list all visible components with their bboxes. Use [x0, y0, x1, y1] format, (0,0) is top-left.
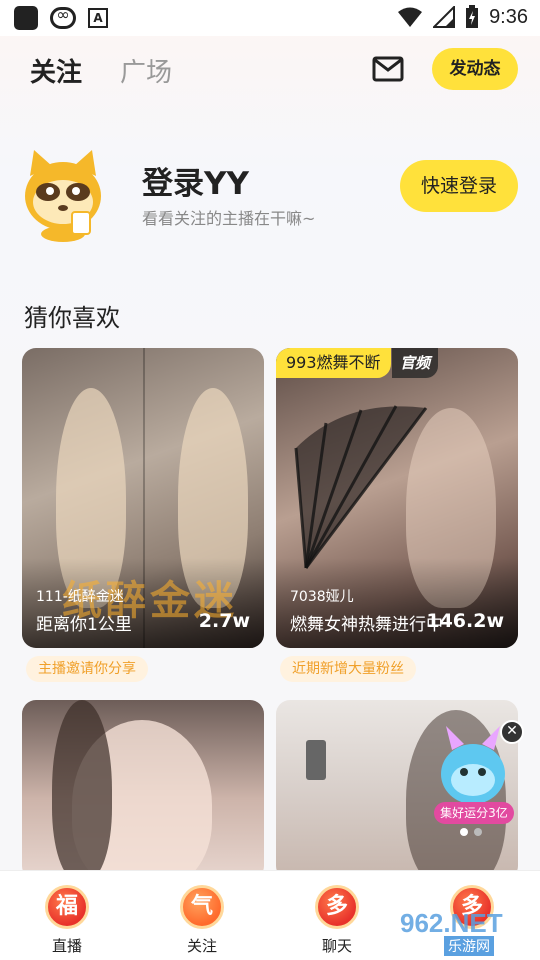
wall-outlet-image — [306, 740, 326, 780]
pager-dot-active — [460, 828, 468, 836]
tab-follow[interactable]: 关注 — [30, 52, 82, 89]
tab-square[interactable]: 广场 — [120, 52, 172, 89]
status-bar: A 9:36 — [0, 0, 540, 36]
stream-id: 7038娅儿 — [290, 589, 354, 605]
watermark: 962.NET — [400, 908, 503, 938]
watermark-sub: 乐游网 — [444, 936, 494, 956]
stream-card[interactable] — [22, 700, 264, 880]
nav-label: 直播 — [51, 937, 82, 955]
close-icon[interactable]: ✕ — [500, 720, 524, 744]
signal-icon — [433, 6, 456, 28]
fortune-badge-icon: 多 — [315, 885, 359, 929]
yy-mascot-icon[interactable] — [20, 146, 106, 242]
stream-description: 距离你1公里 — [36, 615, 132, 635]
a-notification-icon: A — [88, 8, 108, 28]
nav-label: 聊天 — [321, 937, 352, 955]
login-title[interactable]: 登录YY — [142, 158, 249, 203]
quick-login-button[interactable]: 快速登录 — [400, 160, 518, 212]
fortune-badge-icon: 气 — [180, 885, 224, 929]
infinity-notification-icon — [50, 5, 76, 29]
viewer-count: 146.2w — [426, 610, 504, 632]
card-tag: 主播邀请你分享 — [26, 656, 148, 682]
login-subtitle: 看看关注的主播在干嘛~ — [142, 209, 316, 228]
nav-item-chat[interactable]: 多 聊天 — [297, 885, 377, 956]
nav-item-live[interactable]: 福 直播 — [27, 885, 107, 956]
nav-label: 关注 — [186, 937, 217, 955]
stream-card[interactable]: 纸醉金迷 111-纸醉金迷 距离你1公里 2.7w — [22, 348, 264, 648]
room-badge: 993燃舞不断 — [276, 348, 391, 378]
hair-shape — [52, 700, 112, 880]
fortune-badge-icon: 福 — [45, 885, 89, 929]
float-label[interactable]: 集好运分3亿 — [434, 802, 514, 824]
app-notification-icon — [14, 6, 38, 30]
stream-description: 燃舞女神热舞进行中 — [290, 615, 443, 635]
float-pager — [460, 828, 482, 836]
battery-icon — [466, 5, 479, 28]
official-badge: 官频 — [392, 348, 439, 378]
mail-icon[interactable] — [372, 56, 404, 82]
nav-item-follow[interactable]: 气 关注 — [162, 885, 242, 956]
pager-dot — [474, 828, 482, 836]
post-button[interactable]: 发动态 — [432, 48, 518, 90]
section-title: 猜你喜欢 — [24, 304, 120, 332]
stream-card[interactable]: 993燃舞不断 官频 7038娅儿 燃舞女神热舞进行中 146.2w — [276, 348, 518, 648]
status-time: 9:36 — [489, 5, 528, 28]
stream-id: 111-纸醉金迷 — [36, 589, 124, 605]
card-tag: 近期新增大量粉丝 — [280, 656, 416, 682]
viewer-count: 2.7w — [198, 610, 250, 632]
wifi-icon — [398, 7, 423, 27]
